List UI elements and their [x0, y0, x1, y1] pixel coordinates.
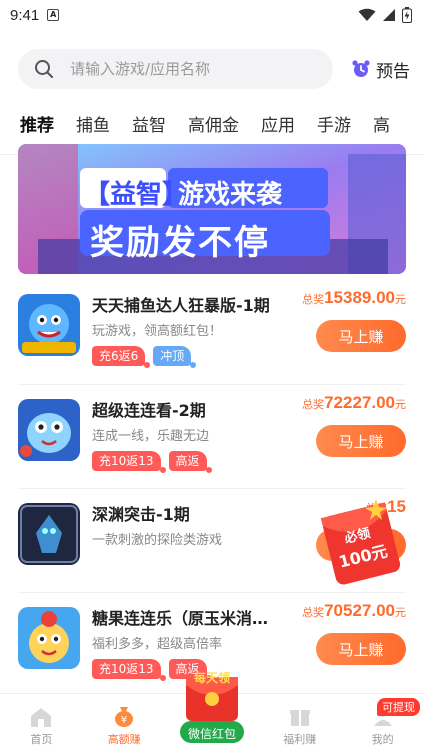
game-icon-candy-match [18, 607, 80, 669]
money-bag-icon: ¥ [115, 707, 134, 727]
earn-now-button[interactable]: 马上赚 [316, 633, 406, 665]
tag-text: 充6返6 [99, 349, 139, 363]
prize-label: 总奖 [302, 293, 325, 306]
tag-badge: 高返 [168, 451, 212, 473]
home-icon [31, 708, 52, 727]
tag-dot [205, 467, 212, 473]
tag-badge: 充10返13 [92, 659, 166, 681]
search-box[interactable] [18, 49, 333, 89]
prize-total: 总奖70527.00元 [302, 601, 406, 621]
tag-dot [159, 467, 166, 473]
wechat-red-packet-button[interactable]: 每天领 微信红包 [170, 671, 254, 749]
earn-now-button[interactable]: 马上赚 [316, 425, 406, 457]
tag-text: 充10返13 [99, 662, 154, 676]
tag-group: 充6返6 冲顶 [92, 346, 197, 368]
nav-home[interactable]: 首页 [6, 706, 76, 747]
center-top-label: 每天领 [193, 671, 230, 685]
tag-dot [159, 675, 166, 681]
game-icon-abyss-assault [18, 503, 80, 565]
promo-banner[interactable]: 【益智】 游戏来袭 奖励发不停 [18, 144, 406, 274]
prize-unit: 元 [395, 398, 406, 411]
tag-text: 冲顶 [160, 349, 185, 363]
preview-button[interactable]: 预告 [351, 57, 410, 82]
tag-badge: 充6返6 [92, 346, 151, 368]
sim-card-icon: A [47, 9, 60, 21]
game-title: 深渊突击-1期 [92, 505, 190, 524]
tab-mobile-games[interactable]: 手游 [317, 111, 351, 136]
game-title: 糖果连连乐（原玉米消… [92, 609, 269, 628]
list-item[interactable]: 超级连连看-2期 连成一线，乐趣无边 充10返13 高返 总奖72227.00元… [18, 384, 406, 488]
game-description: 福利多多，超级高倍率 [92, 637, 223, 652]
search-row: 预告 [0, 30, 424, 98]
banner-line2: 奖励发不停 [90, 223, 270, 263]
tab-label: 推荐 [20, 115, 54, 136]
wifi-icon [358, 8, 376, 21]
prize-total: 总奖15389.00元 [302, 288, 406, 308]
prize-amount: 70527.00 [324, 601, 395, 620]
game-description: 玩游戏，领高额红包！ [92, 324, 223, 339]
tag-badge: 冲顶 [153, 346, 197, 368]
nav-home-label: 首页 [30, 733, 53, 746]
floating-red-packet[interactable]: 必领 100元 [316, 495, 408, 590]
tab-apps[interactable]: 应用 [261, 111, 295, 136]
earn-now-button[interactable]: 马上赚 [316, 320, 406, 352]
game-icon-fishing [18, 294, 80, 356]
banner-line1: 游戏来袭 [178, 180, 283, 210]
tab-high-commission[interactable]: 高佣金 [188, 111, 239, 136]
battery-icon [402, 7, 412, 23]
banner-tag: 【益智】 [84, 180, 189, 210]
tab-puzzle[interactable]: 益智 [132, 111, 166, 136]
nav-welfare[interactable]: 福利赚 [265, 704, 335, 747]
tag-text: 充10返13 [99, 454, 154, 468]
search-input[interactable] [70, 60, 300, 78]
app-screen: 9:41 A 预告 推荐 捕鱼 益智 高佣金 应用 手游 高 [0, 0, 424, 753]
svg-text:¥: ¥ [121, 715, 127, 726]
game-description: 一款刺激的探险类游戏 [92, 533, 223, 548]
status-time: 9:41 [10, 6, 40, 24]
nav-welfare-label: 福利赚 [283, 733, 317, 746]
preview-label: 预告 [376, 61, 410, 82]
withdraw-badge: 可提现 [377, 698, 420, 716]
prize-unit: 元 [395, 293, 406, 306]
tag-dot [144, 362, 151, 368]
prize-label: 总奖 [302, 398, 325, 411]
gift-icon [289, 710, 310, 726]
game-title: 超级连连看-2期 [92, 401, 206, 420]
nav-mine-label: 我的 [371, 733, 394, 746]
game-list: 天天捕鱼达人狂暴版-1期 玩游戏，领高额红包！ 充6返6 冲顶 总奖15389.… [0, 280, 424, 696]
signal-icon [383, 9, 395, 21]
list-item[interactable]: 天天捕鱼达人狂暴版-1期 玩游戏，领高额红包！ 充6返6 冲顶 总奖15389.… [18, 280, 406, 384]
tab-recommend[interactable]: 推荐 [20, 111, 54, 147]
tag-group: 充10返13 高返 [92, 451, 212, 473]
tab-fishing[interactable]: 捕鱼 [76, 111, 110, 136]
prize-label: 总奖 [302, 606, 325, 619]
prize-amount: 72227.00 [324, 393, 395, 412]
status-bar: 9:41 A [0, 0, 424, 30]
tag-dot [190, 362, 197, 368]
prize-amount: 15389.00 [324, 288, 395, 307]
prize-total: 总奖72227.00元 [302, 393, 406, 413]
search-icon [35, 60, 53, 78]
category-tabs: 推荐 捕鱼 益智 高佣金 应用 手游 高 [0, 98, 424, 148]
alarm-clock-icon [352, 60, 370, 77]
tag-text: 高返 [175, 454, 200, 468]
center-bottom-label: 微信红包 [187, 727, 236, 741]
tab-more[interactable]: 高 [373, 111, 390, 136]
game-icon-link-match [18, 399, 80, 461]
game-description: 连成一线，乐趣无边 [92, 429, 210, 444]
nav-earn-label: 高额赚 [107, 733, 141, 746]
nav-high-earn[interactable]: ¥ 高额赚 [89, 704, 159, 747]
tag-badge: 充10返13 [92, 451, 166, 473]
game-title: 天天捕鱼达人狂暴版-1期 [92, 296, 270, 315]
prize-unit: 元 [395, 606, 406, 619]
